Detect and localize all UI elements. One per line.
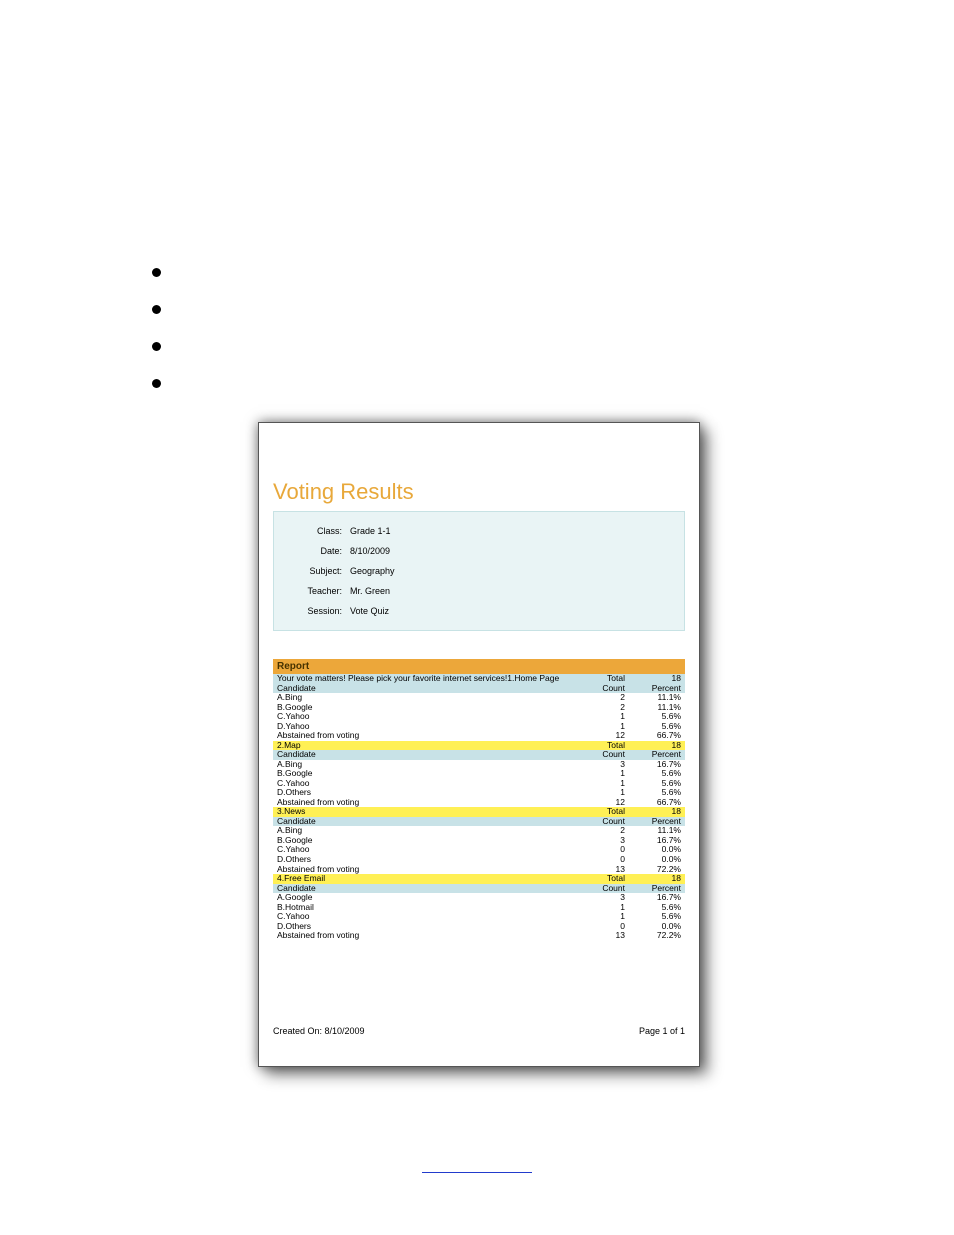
label: Class: <box>286 526 350 536</box>
value: 8/10/2009 <box>350 546 390 556</box>
cell: Abstained from voting <box>277 731 573 741</box>
cell: 72.2% <box>625 931 681 941</box>
cell: B.Google <box>277 703 573 713</box>
bullet-icon <box>152 342 161 351</box>
footer-link[interactable] <box>0 1160 954 1178</box>
cell: Candidate <box>277 750 573 760</box>
label: Subject: <box>286 566 350 576</box>
cell: Count <box>573 750 625 760</box>
info-row-session: Session: Vote Quiz <box>286 606 672 616</box>
cell: A.Bing <box>277 693 573 703</box>
cell: 4.Free Email <box>277 874 573 884</box>
cell: 3.News <box>277 807 573 817</box>
cell: Count <box>573 817 625 827</box>
report-header: Report <box>273 659 685 674</box>
value: Mr. Green <box>350 586 390 596</box>
label: Teacher: <box>286 586 350 596</box>
cell: Abstained from voting <box>277 931 573 941</box>
cell: 1 <box>573 779 625 789</box>
cell: Candidate <box>277 817 573 827</box>
cell: C.Yahoo <box>277 779 573 789</box>
report-body: Voting Results Class: Grade 1-1 Date: 8/… <box>273 437 685 1052</box>
cell: B.Hotmail <box>277 903 573 913</box>
value: Grade 1-1 <box>350 526 391 536</box>
cell: 1 <box>573 912 625 922</box>
bullet-icon <box>152 268 161 277</box>
cell: 2 <box>573 703 625 713</box>
cell: B.Google <box>277 769 573 779</box>
cell: Candidate <box>277 684 573 694</box>
info-row-subject: Subject: Geography <box>286 566 672 576</box>
page-number: Page 1 of 1 <box>639 1026 685 1036</box>
bullet-icon <box>152 305 161 314</box>
report-footer: Created On: 8/10/2009 Page 1 of 1 <box>273 1026 685 1036</box>
cell: 0 <box>573 845 625 855</box>
cell: C.Yahoo <box>277 912 573 922</box>
info-row-teacher: Teacher: Mr. Green <box>286 586 672 596</box>
cell: 3 <box>573 760 625 770</box>
cell: Count <box>573 884 625 894</box>
cell: 1 <box>573 769 625 779</box>
cell: A.Bing <box>277 760 573 770</box>
label: Session: <box>286 606 350 616</box>
value: Geography <box>350 566 395 576</box>
cell: 2.Map <box>277 741 573 751</box>
report-table: Report Your vote matters! Please pick yo… <box>273 659 685 941</box>
created-on: Created On: 8/10/2009 <box>273 1026 365 1036</box>
bullet-list <box>152 268 161 416</box>
cell: A.Google <box>277 893 573 903</box>
cell: 13 <box>573 931 625 941</box>
info-row-date: Date: 8/10/2009 <box>286 546 672 556</box>
report-title: Voting Results <box>273 479 685 505</box>
cell: 2 <box>573 826 625 836</box>
cell: 3 <box>573 893 625 903</box>
cell: 2 <box>573 693 625 703</box>
cell: 3 <box>573 836 625 846</box>
cell: Your vote matters! Please pick your favo… <box>277 674 573 684</box>
cell: Count <box>573 684 625 694</box>
report-screenshot: Voting Results Class: Grade 1-1 Date: 8/… <box>258 422 700 1067</box>
link-underline-icon <box>422 1171 532 1173</box>
label: Date: <box>286 546 350 556</box>
bullet-icon <box>152 379 161 388</box>
table-row: Abstained from voting1372.2% <box>273 931 685 941</box>
cell: 1 <box>573 903 625 913</box>
value: Vote Quiz <box>350 606 389 616</box>
cell: B.Google <box>277 836 573 846</box>
cell: C.Yahoo <box>277 845 573 855</box>
cell: A.Bing <box>277 826 573 836</box>
cell: Candidate <box>277 884 573 894</box>
info-box: Class: Grade 1-1 Date: 8/10/2009 Subject… <box>273 511 685 631</box>
info-row-class: Class: Grade 1-1 <box>286 526 672 536</box>
cell: C.Yahoo <box>277 712 573 722</box>
cell: 1 <box>573 712 625 722</box>
cell: Abstained from voting <box>277 798 573 808</box>
document-page: Voting Results Class: Grade 1-1 Date: 8/… <box>0 0 954 1235</box>
